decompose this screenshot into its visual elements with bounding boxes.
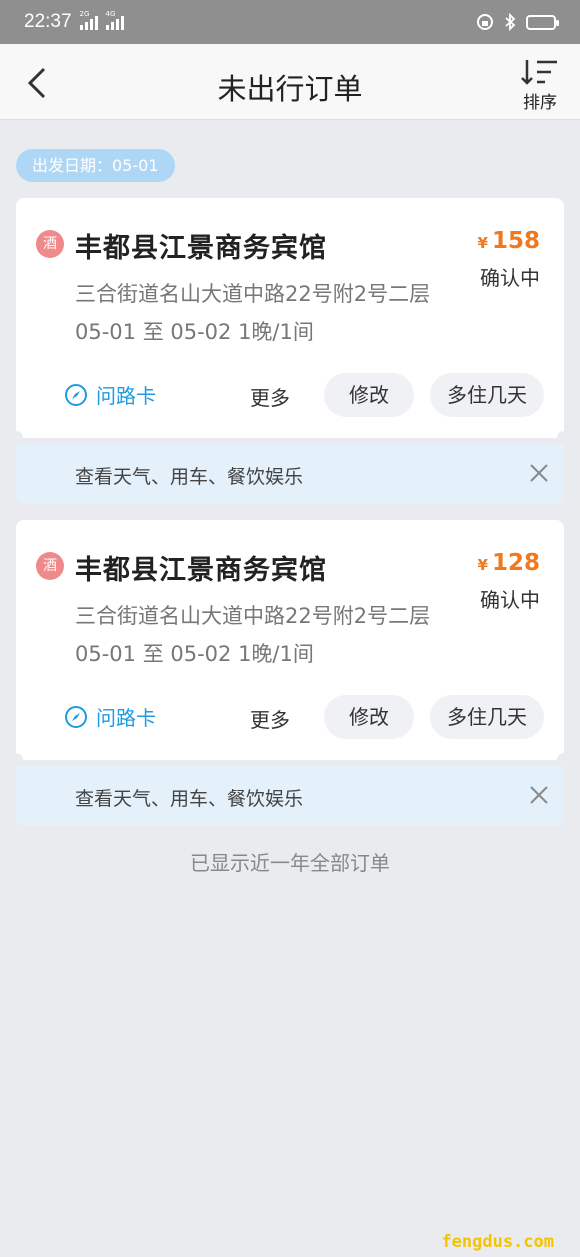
header: 未出行订单 排序 xyxy=(0,44,580,120)
card-notch xyxy=(9,431,23,445)
signal-icon: 2G xyxy=(79,10,98,30)
status-time: 22:37 xyxy=(24,11,72,32)
compass-icon xyxy=(65,705,87,728)
battery-icon xyxy=(526,14,559,30)
price-value: 128 xyxy=(491,550,540,576)
page-title: 未出行订单 xyxy=(217,72,363,106)
more-button[interactable]: 更多 xyxy=(250,382,290,411)
stay-dates: 05-01 至 05-02 1晚/1间 xyxy=(75,320,314,344)
price-symbol: ¥ xyxy=(477,556,488,574)
alarm-icon xyxy=(477,14,493,30)
map-card-button[interactable]: 问路卡 xyxy=(64,380,156,409)
hotel-name: 丰都县江景商务宾馆 xyxy=(75,233,327,264)
stay-dates: 05-01 至 05-02 1晚/1间 xyxy=(75,642,314,666)
card-notch xyxy=(557,753,571,767)
hotel-icon: 酒 xyxy=(36,230,64,258)
order-price: ¥158 xyxy=(478,228,540,254)
order-status: 确认中 xyxy=(480,266,540,290)
sim1-label: 2G xyxy=(79,10,90,18)
hotel-icon: 酒 xyxy=(36,552,64,580)
extend-stay-button[interactable]: 多住几天 xyxy=(430,695,544,739)
modify-button[interactable]: 修改 xyxy=(324,695,414,739)
services-banner-text: 查看天气、用车、餐饮娱乐 xyxy=(75,788,304,810)
services-banner[interactable]: 查看天气、用车、餐饮娱乐 xyxy=(16,766,564,826)
close-icon[interactable] xyxy=(528,784,550,806)
price-symbol: ¥ xyxy=(477,234,488,252)
list-end-notice: 已显示近一年全部订单 xyxy=(190,851,390,875)
sort-icon xyxy=(521,60,557,85)
close-icon[interactable] xyxy=(528,462,550,484)
price-value: 158 xyxy=(491,228,540,254)
extend-stay-button[interactable]: 多住几天 xyxy=(430,373,544,417)
map-card-label: 问路卡 xyxy=(96,384,156,408)
hotel-name: 丰都县江景商务宾馆 xyxy=(75,555,327,586)
map-card-button[interactable]: 问路卡 xyxy=(64,702,156,731)
hotel-address: 三合街道名山大道中路22号附2号二层 xyxy=(75,282,431,306)
sim2-label: 4G xyxy=(105,10,116,18)
map-card-label: 问路卡 xyxy=(96,706,156,730)
modify-button[interactable]: 修改 xyxy=(324,373,414,417)
compass-icon xyxy=(65,383,87,406)
services-banner[interactable]: 查看天气、用车、餐饮娱乐 xyxy=(16,444,564,504)
card-notch xyxy=(557,431,571,445)
status-right xyxy=(476,13,559,31)
order-price: ¥128 xyxy=(478,550,540,576)
card-notch xyxy=(9,753,23,767)
sort-label: 排序 xyxy=(523,93,557,113)
services-banner-text: 查看天气、用车、餐饮娱乐 xyxy=(75,466,304,488)
bluetooth-icon xyxy=(505,13,516,31)
sort-button[interactable]: 排序 xyxy=(518,58,562,113)
more-button[interactable]: 更多 xyxy=(250,704,290,733)
departure-date-chip: 出发日期：05-01 xyxy=(16,149,175,182)
hotel-address: 三合街道名山大道中路22号附2号二层 xyxy=(75,604,431,628)
order-card[interactable]: 酒 丰都县江景商务宾馆 ¥128 确认中 三合街道名山大道中路22号附2号二层 … xyxy=(9,520,571,767)
order-status: 确认中 xyxy=(480,588,540,612)
status-bar: 22:37 2G 4G xyxy=(0,0,580,44)
watermark: fengdus.com xyxy=(441,1232,554,1252)
signal-icon-2: 4G xyxy=(105,10,124,30)
order-card[interactable]: 酒 丰都县江景商务宾馆 ¥158 确认中 三合街道名山大道中路22号附2号二层 … xyxy=(9,198,571,445)
